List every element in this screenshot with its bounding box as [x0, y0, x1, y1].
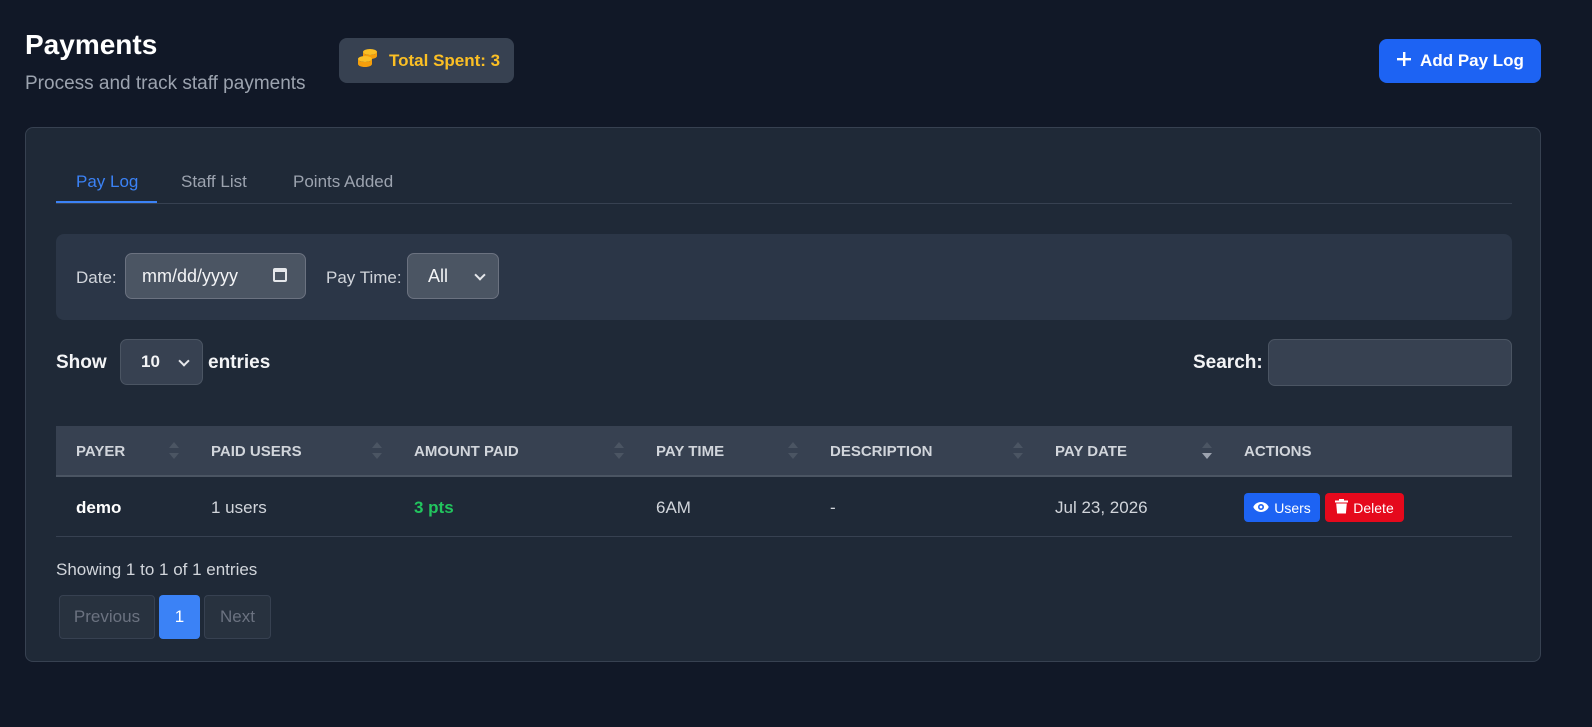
entries-per-page-select[interactable]: 10 — [120, 339, 203, 385]
cell-payer: demo — [76, 498, 122, 517]
showing-entries-info: Showing 1 to 1 of 1 entries — [56, 560, 258, 579]
pay-log-table: PAYER PAID USERS AMOUNT PAID PAY TIME DE… — [56, 426, 1512, 537]
sort-icon[interactable] — [372, 442, 382, 462]
date-placeholder: mm/dd/yyyy — [142, 265, 239, 286]
eye-icon — [1253, 500, 1269, 516]
cell-pay-time: 6AM — [656, 498, 691, 517]
calendar-icon[interactable] — [273, 268, 287, 282]
add-pay-log-label: Add Pay Log — [1420, 51, 1524, 70]
sort-icon[interactable] — [614, 442, 624, 462]
total-spent-label: Total Spent: 3 — [389, 50, 501, 70]
delete-label: Delete — [1353, 499, 1394, 516]
tab-points-added[interactable]: Points Added — [293, 172, 393, 192]
delete-button[interactable]: Delete — [1325, 493, 1404, 522]
cell-description: - — [830, 498, 836, 517]
page-subtitle: Process and track staff payments — [25, 73, 306, 94]
date-filter-label: Date: — [76, 268, 117, 287]
cell-amount-paid: 3 pts — [414, 498, 454, 517]
show-label: Show — [56, 352, 107, 373]
column-header-amount-paid[interactable]: AMOUNT PAID — [414, 443, 519, 460]
table-row: demo 1 users 3 pts 6AM - Jul 23, 2026 Us… — [56, 477, 1512, 537]
view-users-button[interactable]: Users — [1244, 493, 1320, 522]
coins-icon — [357, 47, 379, 74]
tab-staff-list[interactable]: Staff List — [181, 172, 247, 192]
payments-card: Pay Log Staff List Points Added Date: mm… — [25, 127, 1541, 662]
filter-bar: Date: mm/dd/yyyy Pay Time: All — [56, 234, 1512, 320]
column-header-pay-time[interactable]: PAY TIME — [656, 443, 724, 460]
tab-bar: Pay Log Staff List Points Added — [56, 168, 1512, 204]
sort-desc-icon[interactable] — [1202, 442, 1212, 462]
sort-icon[interactable] — [788, 442, 798, 462]
date-filter-input[interactable]: mm/dd/yyyy — [125, 253, 306, 299]
sort-icon[interactable] — [169, 442, 179, 462]
column-header-pay-date[interactable]: PAY DATE — [1055, 443, 1127, 460]
search-input[interactable] — [1268, 339, 1512, 386]
pay-time-select[interactable]: All — [407, 253, 499, 299]
view-users-label: Users — [1274, 499, 1311, 516]
tab-pay-log[interactable]: Pay Log — [76, 172, 138, 192]
payments-page: Payments Process and track staff payment… — [0, 0, 1592, 727]
add-pay-log-button[interactable]: Add Pay Log — [1379, 39, 1541, 83]
page-title: Payments — [25, 29, 158, 60]
page-1-button[interactable]: 1 — [159, 595, 200, 639]
total-spent-badge: Total Spent: 3 — [339, 38, 514, 83]
trash-icon — [1335, 498, 1349, 517]
entries-per-page-value: 10 — [141, 352, 160, 371]
entries-label: entries — [208, 352, 271, 373]
pay-time-value: All — [428, 265, 449, 286]
plus-icon — [1396, 51, 1412, 72]
previous-page-button[interactable]: Previous — [59, 595, 155, 639]
column-header-actions: ACTIONS — [1244, 443, 1312, 460]
cell-paid-users: 1 users — [211, 498, 267, 517]
column-header-paid-users[interactable]: PAID USERS — [211, 443, 302, 460]
chevron-down-icon — [474, 269, 486, 281]
search-label: Search: — [1193, 352, 1263, 373]
next-page-button[interactable]: Next — [204, 595, 271, 639]
cell-pay-date: Jul 23, 2026 — [1055, 498, 1148, 517]
column-header-payer[interactable]: PAYER — [76, 443, 125, 460]
pay-time-filter-label: Pay Time: — [326, 268, 402, 287]
column-header-description[interactable]: DESCRIPTION — [830, 443, 933, 460]
sort-icon[interactable] — [1013, 442, 1023, 462]
chevron-down-icon — [178, 355, 190, 367]
active-tab-indicator — [56, 201, 157, 203]
table-header: PAYER PAID USERS AMOUNT PAID PAY TIME DE… — [56, 426, 1512, 477]
